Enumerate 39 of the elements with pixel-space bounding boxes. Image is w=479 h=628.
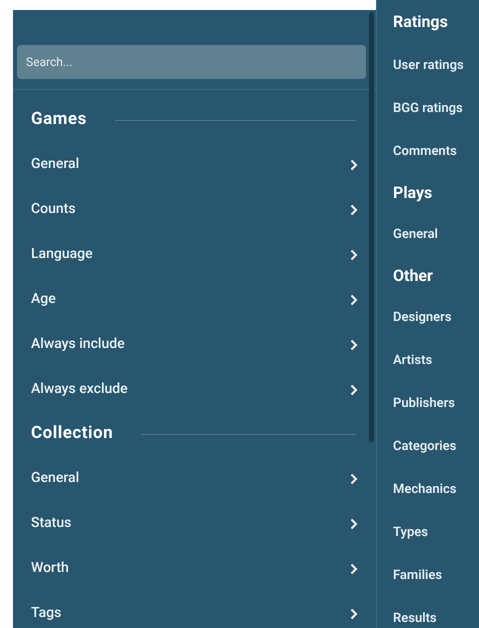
chevron-right-icon xyxy=(350,384,358,396)
menu-item[interactable]: Counts xyxy=(13,187,376,232)
menu-item[interactable]: Language xyxy=(13,232,376,277)
chevron-right-icon xyxy=(350,248,358,260)
chevron-right-icon xyxy=(350,294,358,306)
scrollbar[interactable] xyxy=(369,12,374,442)
menu-link[interactable]: Results xyxy=(393,608,437,628)
menu-link[interactable]: Comments xyxy=(393,142,457,162)
menu-item[interactable]: Status xyxy=(13,501,376,546)
chevron-right-icon xyxy=(350,472,358,484)
section-heading: Plays xyxy=(393,182,432,204)
search-field[interactable]: Search... xyxy=(17,45,366,79)
chevron-right-icon xyxy=(350,338,358,350)
chevron-right-icon xyxy=(350,204,358,216)
menu-link[interactable]: Publishers xyxy=(393,394,455,414)
menu-link[interactable]: General xyxy=(393,224,438,244)
section-heading: Games xyxy=(31,108,87,132)
section-heading: Other xyxy=(393,265,433,287)
chevron-right-icon xyxy=(350,562,358,574)
section-heading: Collection xyxy=(31,422,114,446)
menu-item[interactable]: General xyxy=(13,456,376,501)
menu-link[interactable]: Categories xyxy=(393,436,456,456)
menu-link[interactable]: Artists xyxy=(393,350,432,370)
menu-item[interactable]: Always exclude xyxy=(13,367,376,412)
chevron-right-icon xyxy=(350,158,358,170)
chevron-right-icon xyxy=(350,518,358,530)
menu-item[interactable]: Tags xyxy=(13,591,376,628)
section-heading: Ratings xyxy=(393,11,448,33)
menu-link[interactable]: BGG ratings xyxy=(393,98,463,118)
menu-link[interactable]: User ratings xyxy=(393,56,464,76)
menu-item[interactable]: Always include xyxy=(13,322,376,367)
menu-item[interactable]: General xyxy=(13,142,376,187)
chevron-right-icon xyxy=(350,608,358,620)
menu-item[interactable]: Age xyxy=(13,277,376,322)
menu-link[interactable]: Mechanics xyxy=(393,480,456,500)
menu-link[interactable]: Families xyxy=(393,566,442,586)
menu-item[interactable]: Worth xyxy=(13,546,376,591)
menu-link[interactable]: Designers xyxy=(393,308,452,328)
menu-link[interactable]: Types xyxy=(393,522,428,542)
